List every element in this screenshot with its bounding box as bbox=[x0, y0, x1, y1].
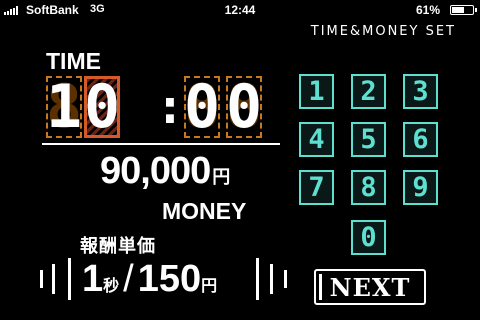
key-7[interactable]: 7 bbox=[299, 170, 334, 205]
key-5[interactable]: 5 bbox=[351, 122, 386, 157]
divider-line bbox=[42, 143, 280, 145]
rate-per-unit: 秒 bbox=[103, 276, 120, 295]
rate-label: 報酬単価 bbox=[80, 236, 156, 257]
time-digit-value: 0 bbox=[83, 72, 121, 142]
battery-percent: 61% bbox=[415, 3, 440, 17]
time-display: 8 1 0 : 8 0 8 0 bbox=[46, 76, 272, 138]
time-digit-hour-ones[interactable]: 0 bbox=[84, 76, 120, 138]
rate-amount: 150 bbox=[137, 258, 202, 300]
key-9[interactable]: 9 bbox=[403, 170, 438, 205]
next-button[interactable]: NEXT bbox=[314, 269, 426, 305]
battery-fill bbox=[452, 7, 464, 13]
time-digit-minute-ones[interactable]: 8 0 bbox=[226, 76, 262, 138]
money-unit: 円 bbox=[212, 167, 231, 187]
decor-bar bbox=[270, 264, 273, 294]
key-3[interactable]: 3 bbox=[403, 74, 438, 109]
money-amount-value: 90,000 bbox=[100, 150, 211, 192]
decor-bar bbox=[256, 258, 259, 300]
decor-bar bbox=[40, 270, 43, 288]
key-1[interactable]: 1 bbox=[299, 74, 334, 109]
time-label: TIME bbox=[46, 48, 101, 74]
status-bar: SoftBank 3G 12:44 61% bbox=[0, 0, 480, 20]
time-digit-value: 0 bbox=[183, 72, 221, 142]
time-digit-value: 1 bbox=[45, 72, 83, 142]
decor-bar bbox=[52, 264, 55, 294]
battery-icon bbox=[450, 5, 477, 15]
money-amount: 90,000 円 bbox=[100, 150, 230, 193]
key-0[interactable]: 0 bbox=[351, 220, 386, 255]
screen-title: TIME&MONEY SET bbox=[310, 24, 456, 39]
key-4[interactable]: 4 bbox=[299, 122, 334, 157]
time-digit-hour-tens[interactable]: 8 1 bbox=[46, 76, 82, 138]
time-digit-value: 0 bbox=[225, 72, 263, 142]
time-separator: : bbox=[155, 79, 185, 135]
rate-value: 1秒/150円 bbox=[82, 256, 217, 309]
decor-bar bbox=[68, 258, 71, 300]
key-8[interactable]: 8 bbox=[351, 170, 386, 205]
decor-bar bbox=[284, 270, 287, 288]
key-2[interactable]: 2 bbox=[351, 74, 386, 109]
money-label: MONEY bbox=[162, 198, 247, 224]
time-digit-minute-tens[interactable]: 8 0 bbox=[184, 76, 220, 138]
rate-row: 1秒/150円 bbox=[38, 256, 290, 302]
status-clock: 12:44 bbox=[224, 3, 256, 17]
rate-amount-unit: 円 bbox=[201, 276, 218, 295]
rate-per-value: 1 bbox=[82, 258, 104, 300]
rate-slash: / bbox=[123, 258, 134, 300]
key-6[interactable]: 6 bbox=[403, 122, 438, 157]
